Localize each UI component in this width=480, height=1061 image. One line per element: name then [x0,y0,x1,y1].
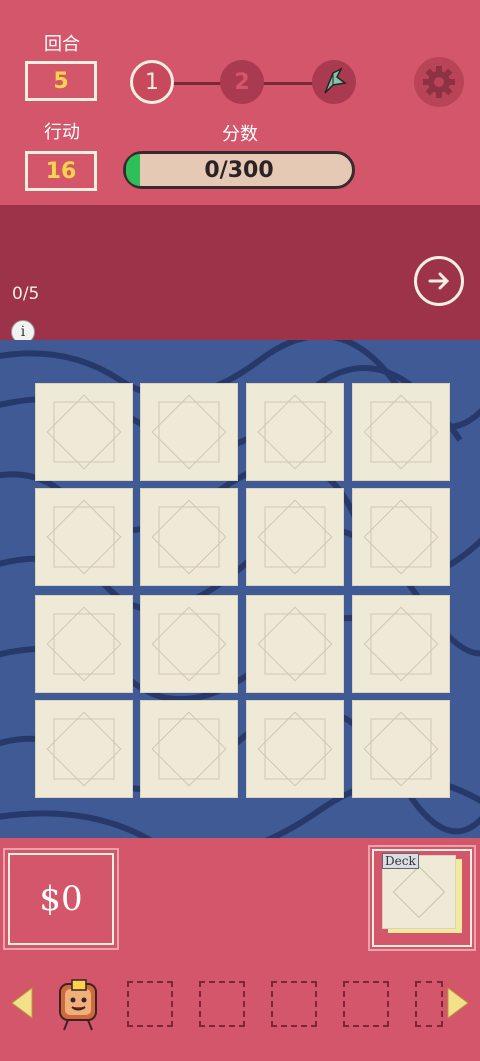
tile-pattern [151,394,227,470]
board-tile[interactable] [141,384,237,480]
tile-pattern [363,711,439,787]
tile-pattern [46,499,122,575]
deck[interactable]: Deck [368,845,476,951]
deck-label: Deck [382,853,419,869]
tile-pattern [151,499,227,575]
tile-pattern [257,711,333,787]
scroll-left-button[interactable] [10,986,34,1024]
actions-value: 16 [25,151,97,191]
board-tile[interactable] [36,596,132,692]
board-tile[interactable] [36,384,132,480]
toast-character-icon [59,979,97,1031]
tile-pattern [46,394,122,470]
board-tile[interactable] [353,596,449,692]
tile-pattern [363,606,439,682]
stage-2: 2 [220,60,264,104]
tile-pattern [257,499,333,575]
board-tile[interactable] [247,489,343,585]
score-label: 分数 [222,124,258,145]
gear-icon [423,66,455,98]
tile-pattern [257,606,333,682]
tile-pattern [151,711,227,787]
origami-bird-icon [324,67,347,94]
character-slot[interactable] [54,978,104,1038]
score-text: 0/300 [204,157,274,183]
tile-pattern [363,499,439,575]
board-tile[interactable] [141,596,237,692]
tile-pattern [46,606,122,682]
board-tile[interactable] [247,701,343,797]
tile-pattern [46,711,122,787]
board-tile[interactable] [247,384,343,480]
board-tile[interactable] [36,489,132,585]
boss-stage [312,60,356,104]
board-tile[interactable] [353,384,449,480]
inventory-slot[interactable] [199,981,245,1027]
round-value: 5 [25,61,97,101]
board-tile[interactable] [353,489,449,585]
inventory-slot[interactable] [127,981,173,1027]
triangle-right-icon [447,987,469,1019]
inventory-slot[interactable] [415,981,443,1027]
hand-area [0,205,480,340]
tile-pattern [257,394,333,470]
score-fill [126,154,140,186]
board-tile[interactable] [141,701,237,797]
money-display: $0 [3,848,119,950]
stage-1: 1 [130,60,174,104]
tile-pattern [363,394,439,470]
board-tile[interactable] [36,701,132,797]
inventory-slot[interactable] [343,981,389,1027]
arrow-right-icon [428,272,450,290]
triangle-left-icon [11,987,33,1019]
score-bar: 0/300 [123,151,355,189]
round-label: 回合 [44,34,80,55]
board-tile[interactable] [247,596,343,692]
actions-label: 行动 [44,122,80,143]
hand-count: 0/5 [12,284,40,304]
scroll-right-button[interactable] [446,986,470,1024]
settings-button[interactable] [414,57,464,107]
tile-pattern [151,606,227,682]
board-tile[interactable] [141,489,237,585]
inventory-slot[interactable] [271,981,317,1027]
next-button[interactable] [414,256,464,306]
board-tile[interactable] [353,701,449,797]
